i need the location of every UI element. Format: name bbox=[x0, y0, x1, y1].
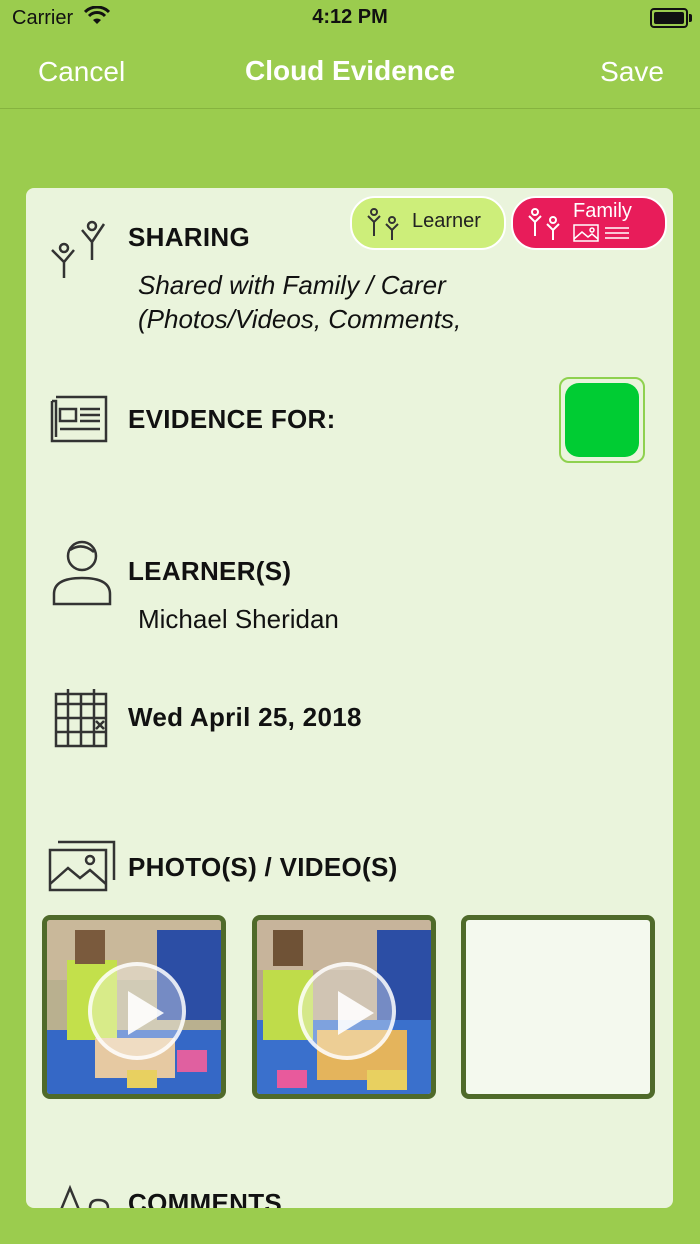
learner-chip-label: Learner bbox=[412, 210, 481, 232]
clock: 4:12 PM bbox=[312, 6, 388, 28]
family-share-toggle[interactable]: Family bbox=[511, 196, 667, 250]
sharing-text-line1: Shared with Family / Carer bbox=[138, 270, 446, 300]
video-thumbnail[interactable] bbox=[42, 915, 226, 1099]
comments-title: COMMENTS bbox=[128, 1188, 283, 1208]
navigation-bar: Cancel Cloud Evidence Save bbox=[0, 36, 700, 109]
calendar-icon bbox=[54, 688, 108, 753]
video-thumbnail[interactable] bbox=[252, 915, 436, 1099]
play-icon bbox=[298, 962, 396, 1060]
sharing-text-line2: (Photos/Videos, Comments, bbox=[138, 304, 462, 334]
media-title: PHOTO(S) / VIDEO(S) bbox=[128, 852, 398, 882]
evidence-card: Learner Family SHARING Shared with Famil… bbox=[26, 188, 673, 1208]
photos-icon bbox=[48, 840, 116, 897]
learner-share-toggle[interactable]: Learner bbox=[350, 196, 506, 250]
newspaper-icon bbox=[48, 393, 110, 450]
color-swatch bbox=[565, 383, 639, 457]
sharing-title: SHARING bbox=[128, 222, 250, 252]
page-title: Cloud Evidence bbox=[244, 55, 456, 86]
add-media-slot[interactable] bbox=[461, 915, 655, 1099]
play-icon bbox=[88, 962, 186, 1060]
learner-name[interactable]: Michael Sheridan bbox=[138, 604, 339, 635]
status-bar: Carrier 4:12 PM bbox=[0, 0, 700, 36]
sharing-icon bbox=[48, 220, 114, 285]
learners-title: LEARNER(S) bbox=[128, 556, 292, 586]
evidence-color-button[interactable] bbox=[559, 377, 645, 463]
family-chip-label: Family bbox=[573, 200, 632, 222]
people-icon bbox=[525, 208, 565, 245]
people-icon bbox=[364, 208, 404, 245]
evidence-title: EVIDENCE FOR: bbox=[128, 404, 336, 434]
battery-icon bbox=[650, 8, 692, 28]
person-icon bbox=[52, 538, 112, 613]
date-value[interactable]: Wed April 25, 2018 bbox=[128, 702, 362, 733]
photo-comment-icon bbox=[573, 224, 631, 247]
save-button[interactable]: Save bbox=[600, 56, 664, 88]
font-icon bbox=[52, 1184, 112, 1208]
